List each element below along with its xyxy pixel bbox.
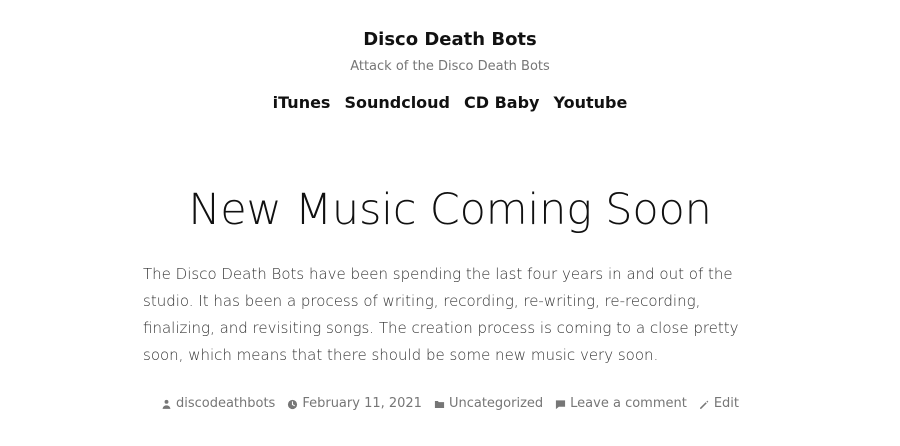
site-tagline: Attack of the Disco Death Bots bbox=[350, 59, 550, 74]
nav-link-cd-baby[interactable]: CD Baby bbox=[464, 92, 539, 114]
folder-icon bbox=[434, 399, 445, 410]
leave-comment-link[interactable]: Leave a comment bbox=[570, 395, 687, 413]
post-date-meta: February 11, 2021 bbox=[287, 395, 422, 413]
edit-post-link[interactable]: Edit bbox=[714, 395, 739, 413]
post-author-link[interactable]: discodeathbots bbox=[176, 395, 275, 413]
primary-navigation: iTunes Soundcloud CD Baby Youtube bbox=[0, 92, 900, 114]
post-category-link[interactable]: Uncategorized bbox=[449, 395, 543, 413]
site-title-link[interactable]: Disco Death Bots bbox=[0, 28, 900, 52]
post-comment-meta: Leave a comment bbox=[555, 395, 687, 413]
person-icon bbox=[161, 399, 172, 410]
post-title: New Music Coming Soon bbox=[188, 185, 712, 235]
post-category-meta: Uncategorized bbox=[434, 395, 543, 413]
clock-icon bbox=[287, 399, 298, 410]
post-author-meta: discodeathbots bbox=[161, 395, 275, 413]
entry-meta: discodeathbots February 11, 2021 Uncateg… bbox=[0, 395, 900, 413]
post-date-link[interactable]: February 11, 2021 bbox=[302, 395, 422, 413]
nav-link-itunes[interactable]: iTunes bbox=[273, 92, 331, 114]
comment-icon bbox=[555, 399, 566, 410]
nav-link-soundcloud[interactable]: Soundcloud bbox=[344, 92, 450, 114]
nav-link-youtube[interactable]: Youtube bbox=[553, 92, 627, 114]
post-content: The Disco Death Bots have been spending … bbox=[143, 265, 739, 364]
post-edit-meta: Edit bbox=[699, 395, 739, 413]
pencil-icon bbox=[699, 399, 710, 410]
